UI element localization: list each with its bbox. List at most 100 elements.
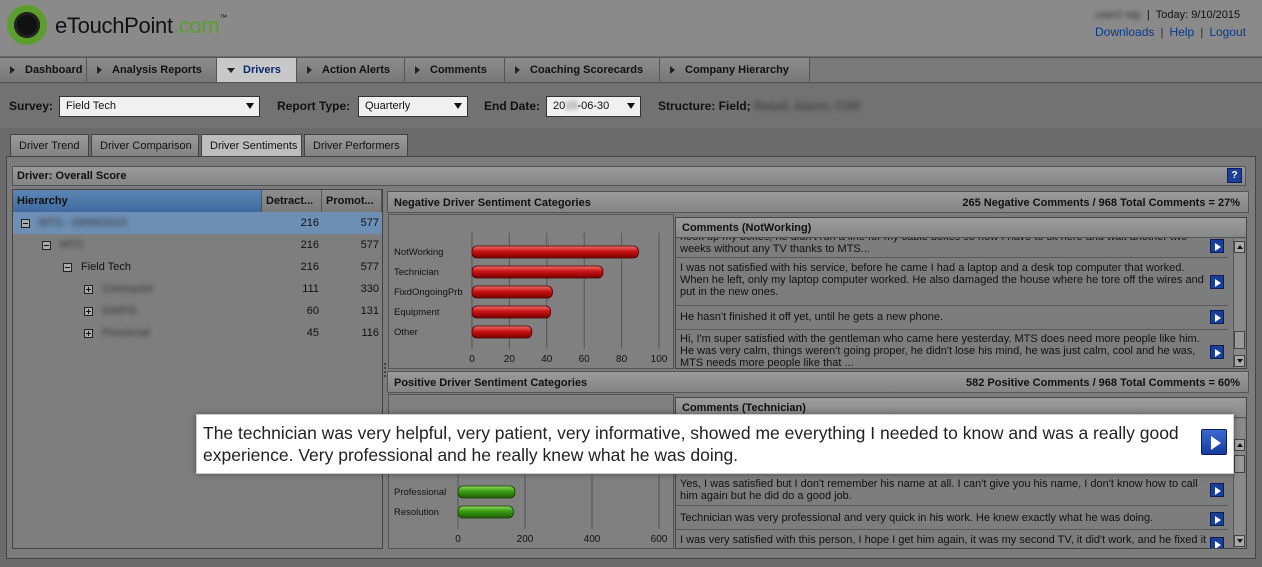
x-tick-label: 600: [651, 534, 668, 545]
driver-title-bar: Driver: Overall Score ?: [12, 166, 1246, 186]
bar[interactable]: [471, 285, 553, 299]
nav-tab-label: Dashboard: [25, 64, 83, 76]
comment-text: He hasn't finished it off yet, until he …: [680, 311, 944, 323]
user-separator: |: [1146, 9, 1150, 21]
downloads-link[interactable]: Downloads: [1095, 25, 1154, 39]
scroll-thumb[interactable]: [1234, 455, 1245, 473]
hierarchy-header: Hierarchy Detract... Promot...: [13, 190, 382, 212]
bar[interactable]: [471, 305, 551, 319]
scroll-up-icon[interactable]: [1234, 241, 1245, 253]
col-hierarchy[interactable]: Hierarchy: [13, 190, 262, 212]
play-icon[interactable]: [1210, 310, 1224, 324]
report-type-select[interactable]: Quarterly: [358, 96, 468, 117]
x-tick-label: 100: [651, 354, 668, 365]
col-promoters[interactable]: Promot...: [322, 190, 382, 212]
category-label: Technician: [394, 267, 439, 278]
expand-icon[interactable]: [84, 284, 93, 294]
negative-chart: 0 20 40 60 80 100 NotWorking Technician FixdOngo…: [394, 233, 668, 365]
promoters-value: 330: [360, 283, 379, 295]
nav-tab-analysis-reports[interactable]: Analysis Reports: [87, 58, 217, 82]
logo: eTouchPoint.com™: [55, 13, 227, 39]
table-row[interactable]: GWPG 60 131: [13, 300, 382, 322]
bar[interactable]: [457, 505, 514, 519]
table-row[interactable]: Contractor 111 330: [13, 278, 382, 300]
table-row[interactable]: Provincial 45 116: [13, 322, 382, 344]
play-icon[interactable]: [1210, 345, 1224, 359]
hierarchy-node: Contractor: [84, 283, 153, 295]
survey-select[interactable]: Field Tech: [59, 96, 260, 117]
caret-right-icon: [10, 66, 15, 74]
tab-driver-performers[interactable]: Driver Performers: [304, 134, 408, 156]
bar[interactable]: [471, 325, 533, 339]
structure-label: Structure: Field; Retail; Alarm; CSR: [658, 99, 860, 113]
comment-item: Hi, I'm super satisfied with the gentlem…: [676, 331, 1228, 369]
collapse-icon[interactable]: [63, 262, 72, 272]
nav-tab-action-alerts[interactable]: Action Alerts: [297, 58, 405, 82]
x-tick-label: 400: [584, 534, 601, 545]
play-icon[interactable]: [1201, 429, 1227, 455]
play-icon[interactable]: [1210, 239, 1224, 253]
end-date-select[interactable]: 2015-06-30: [546, 96, 641, 117]
expand-icon[interactable]: [84, 328, 93, 338]
col-detractors[interactable]: Detract...: [262, 190, 322, 212]
comment-text: I was not satisfied with his service, be…: [680, 262, 1204, 298]
tab-driver-trend[interactable]: Driver Trend: [10, 134, 89, 156]
popup-text: The technician was very helpful, very pa…: [203, 423, 1179, 465]
nav-tab-label: Comments: [430, 64, 487, 76]
nav-tab-label: Coaching Scorecards: [530, 64, 644, 76]
survey-value: Field Tech: [66, 100, 116, 112]
nav-tab-drivers[interactable]: Drivers: [217, 58, 297, 82]
end-date-year: 20: [553, 100, 566, 112]
table-row[interactable]: Field Tech 216 577: [13, 256, 382, 278]
negative-title: Negative Driver Sentiment Categories: [394, 197, 591, 209]
negative-chart-area: 0 20 40 60 80 100 NotWorking Technician FixdOngo…: [388, 214, 674, 369]
table-row[interactable]: MTS - 09/09/2015 216 577: [13, 212, 382, 234]
negative-comments-scrollbar[interactable]: [1233, 239, 1245, 368]
play-icon[interactable]: [1210, 275, 1224, 289]
hierarchy-node-label: MTS - 09/09/2015: [39, 217, 128, 229]
hierarchy-node: Provincial: [84, 327, 150, 339]
caret-right-icon: [415, 66, 420, 74]
category-label: Resolution: [394, 507, 439, 518]
driver-title: Driver: Overall Score: [17, 170, 127, 182]
promoters-value: 577: [360, 217, 379, 229]
comment-item: He hasn't finished it off yet, until he …: [676, 306, 1228, 330]
scroll-up-icon[interactable]: [1234, 439, 1245, 451]
help-icon[interactable]: ?: [1227, 168, 1242, 183]
play-icon[interactable]: [1210, 483, 1224, 497]
comment-text: Hi, I'm super satisfied with the gentlem…: [680, 333, 1200, 369]
logout-link[interactable]: Logout: [1209, 25, 1246, 39]
table-row[interactable]: MTS 216 577: [13, 234, 382, 256]
bar[interactable]: [471, 265, 604, 279]
detractors-value: 216: [300, 217, 319, 229]
nav-tab-company-hierarchy[interactable]: Company Hierarchy: [660, 58, 810, 82]
bar[interactable]: [471, 245, 639, 259]
scroll-thumb[interactable]: [1234, 331, 1245, 349]
positive-comments-scrollbar[interactable]: [1233, 419, 1245, 548]
comment-popup[interactable]: The technician was very helpful, very pa…: [196, 414, 1234, 474]
scroll-down-icon[interactable]: [1234, 535, 1245, 547]
collapse-icon[interactable]: [21, 218, 30, 228]
tab-driver-sentiments[interactable]: Driver Sentiments: [201, 134, 302, 156]
nav-tab-coaching-scorecards[interactable]: Coaching Scorecards: [505, 58, 660, 82]
negative-panel-header: Negative Driver Sentiment Categories 265…: [387, 191, 1249, 213]
survey-label: Survey:: [9, 99, 54, 113]
chevron-down-icon: [627, 103, 635, 109]
detractors-value: 216: [300, 261, 319, 273]
main-nav: Dashboard Analysis Reports Drivers Actio…: [0, 57, 1262, 83]
help-link[interactable]: Help: [1170, 25, 1195, 39]
tab-driver-comparison[interactable]: Driver Comparison: [91, 134, 199, 156]
username: user2 etp: [1095, 9, 1141, 21]
bar[interactable]: [457, 485, 516, 499]
caret-right-icon: [515, 66, 520, 74]
link-separator: |: [1200, 25, 1204, 39]
scroll-down-icon[interactable]: [1234, 355, 1245, 367]
nav-tab-label: Drivers: [243, 64, 281, 76]
nav-tab-comments[interactable]: Comments: [405, 58, 505, 82]
play-icon[interactable]: [1210, 512, 1224, 526]
collapse-icon[interactable]: [42, 240, 51, 250]
play-icon[interactable]: [1210, 537, 1224, 548]
logo-tm: ™: [219, 13, 227, 22]
nav-tab-dashboard[interactable]: Dashboard: [0, 58, 87, 82]
expand-icon[interactable]: [84, 306, 93, 316]
